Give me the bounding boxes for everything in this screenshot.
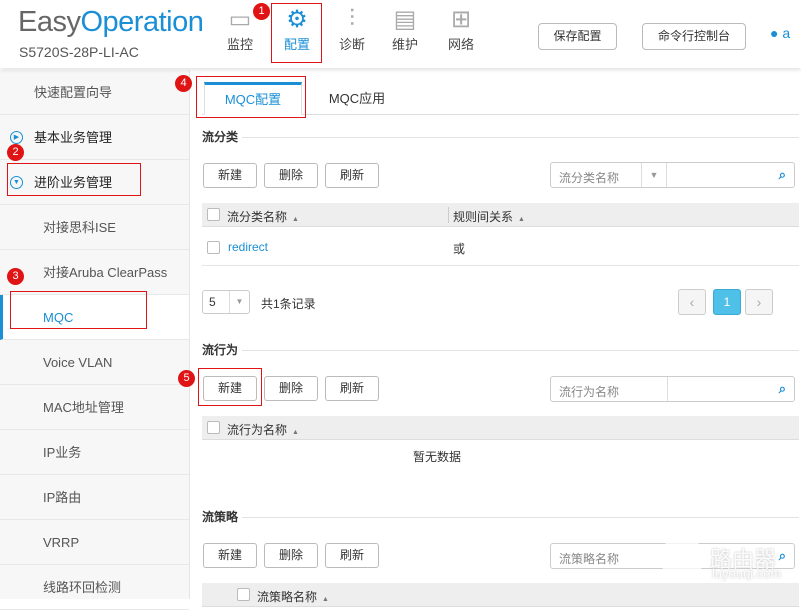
annotation-box — [198, 368, 262, 406]
sidebar-item-voice-vlan[interactable]: Voice VLAN — [0, 340, 189, 385]
sidebar-group-basic[interactable]: ▶ 基本业务管理 — [0, 115, 189, 160]
save-config-button[interactable]: 保存配置 — [538, 23, 617, 50]
page-1-button[interactable]: 1 — [713, 289, 741, 315]
col-behavior-name[interactable]: 流行为名称 ▲ — [227, 421, 299, 438]
behavior-title: 流行为 — [202, 343, 239, 357]
delete-policy-button[interactable]: 删除 — [264, 543, 318, 568]
sort-icon: ▲ — [292, 429, 299, 436]
expand-icon: ▶ — [10, 131, 23, 144]
page-size-select[interactable]: 5 ▼ — [202, 290, 250, 314]
row-checkbox[interactable] — [207, 241, 220, 254]
annotation-marker: 3 — [7, 268, 24, 285]
col-relation[interactable]: 规则间关系 ▲ — [453, 208, 525, 225]
annotation-marker: 5 — [178, 370, 195, 387]
tab-mqc-apply[interactable]: MQC应用 — [312, 82, 402, 115]
col-policy-name[interactable]: 流策略名称 ▲ — [257, 588, 329, 605]
behavior-table-header: 流行为名称 ▲ — [202, 416, 799, 440]
col-classifier-name[interactable]: 流分类名称 ▲ — [227, 208, 299, 225]
table-row: redirect 或 — [202, 228, 799, 266]
chevron-down-icon[interactable]: ▼ — [641, 163, 667, 187]
new-policy-button[interactable]: 新建 — [203, 543, 257, 568]
maintenance-icon: ▤ — [393, 5, 417, 33]
sort-icon: ▲ — [292, 216, 299, 223]
annotation-box — [7, 163, 141, 196]
classifier-search[interactable]: 流分类名称 ▼ ⌕ — [550, 162, 795, 188]
sidebar: 快速配置向导 ▶ 基本业务管理 ▼ 进阶业务管理 对接思科ISE 对接Aruba C… — [0, 70, 190, 610]
classifier-title: 流分类 — [202, 130, 239, 144]
sort-icon: ▲ — [518, 216, 525, 223]
chevron-down-icon: ▼ — [229, 291, 249, 313]
user-icon: ● — [770, 25, 779, 41]
delete-behavior-button[interactable]: 删除 — [264, 376, 318, 401]
annotation-marker: 4 — [175, 75, 192, 92]
annotation-box — [196, 76, 306, 118]
user-menu[interactable]: ● a — [770, 25, 790, 41]
policy-table-header: 流策略名称 ▲ — [202, 583, 799, 607]
sidebar-item-loopback-detect[interactable]: 线路环回检测 — [0, 565, 189, 610]
search-icon[interactable]: ⌕ — [779, 167, 786, 183]
next-page-button[interactable]: › — [745, 289, 773, 315]
sidebar-item-ip-route[interactable]: IP路由 — [0, 475, 189, 520]
refresh-policy-button[interactable]: 刷新 — [325, 543, 379, 568]
logo: EasyOperation — [18, 6, 204, 38]
select-all-checkbox[interactable] — [237, 588, 250, 601]
annotation-box — [10, 291, 147, 329]
sidebar-item-quick-wizard[interactable]: 快速配置向导 — [0, 70, 189, 115]
behavior-search[interactable]: 流行为名称 ⌕ — [550, 376, 795, 402]
nav-network[interactable]: ⊞ 网络 — [436, 4, 486, 53]
nav-maintain[interactable]: ▤ 维护 — [380, 4, 430, 53]
classifier-table-header: 流分类名称 ▲ 规则间关系 ▲ — [202, 203, 799, 227]
sidebar-item-vrrp[interactable]: VRRP — [0, 520, 189, 565]
annotation-marker: 2 — [7, 144, 24, 161]
refresh-classifier-button[interactable]: 刷新 — [325, 163, 379, 188]
search-icon[interactable]: ⌕ — [779, 381, 786, 397]
network-icon: ⊞ — [450, 5, 472, 33]
select-all-checkbox[interactable] — [207, 208, 220, 221]
record-count: 共1条记录 — [261, 297, 316, 311]
watermark-logo-icon — [660, 536, 704, 580]
divider — [242, 350, 799, 351]
refresh-behavior-button[interactable]: 刷新 — [325, 376, 379, 401]
sidebar-item-cisco-ise[interactable]: 对接思科ISE — [0, 205, 189, 250]
divider — [242, 517, 799, 518]
classifier-link[interactable]: redirect — [228, 240, 268, 254]
divider — [667, 377, 668, 401]
annotation-marker: 1 — [253, 3, 270, 20]
nav-diagnose[interactable]: ⫶ 诊断 — [327, 4, 377, 53]
sliders-icon: ⫶ — [349, 5, 355, 32]
device-model: S5720S-28P-LI-AC — [19, 44, 139, 60]
annotation-box — [271, 3, 322, 63]
divider — [242, 137, 799, 138]
sort-icon: ▲ — [322, 596, 329, 603]
sidebar-item-ip-service[interactable]: IP业务 — [0, 430, 189, 475]
cli-console-button[interactable]: 命令行控制台 — [642, 23, 746, 50]
new-classifier-button[interactable]: 新建 — [203, 163, 257, 188]
prev-page-button[interactable]: ‹ — [678, 289, 706, 315]
delete-classifier-button[interactable]: 删除 — [264, 163, 318, 188]
policy-title: 流策略 — [202, 510, 239, 524]
header: EasyOperation S5720S-28P-LI-AC ▭ 监控 ⚙ 配置 ⫶… — [0, 0, 801, 68]
empty-message: 暂无数据 — [413, 450, 462, 464]
divider — [448, 207, 449, 223]
relation-cell: 或 — [453, 242, 466, 256]
sidebar-item-aruba-clearpass[interactable]: 对接Aruba ClearPass — [0, 250, 189, 295]
select-all-checkbox[interactable] — [207, 421, 220, 434]
search-icon[interactable]: ⌕ — [779, 548, 786, 564]
watermark: 路由器 luyouqi.com — [660, 536, 781, 581]
sidebar-item-mac[interactable]: MAC地址管理 — [0, 385, 189, 430]
